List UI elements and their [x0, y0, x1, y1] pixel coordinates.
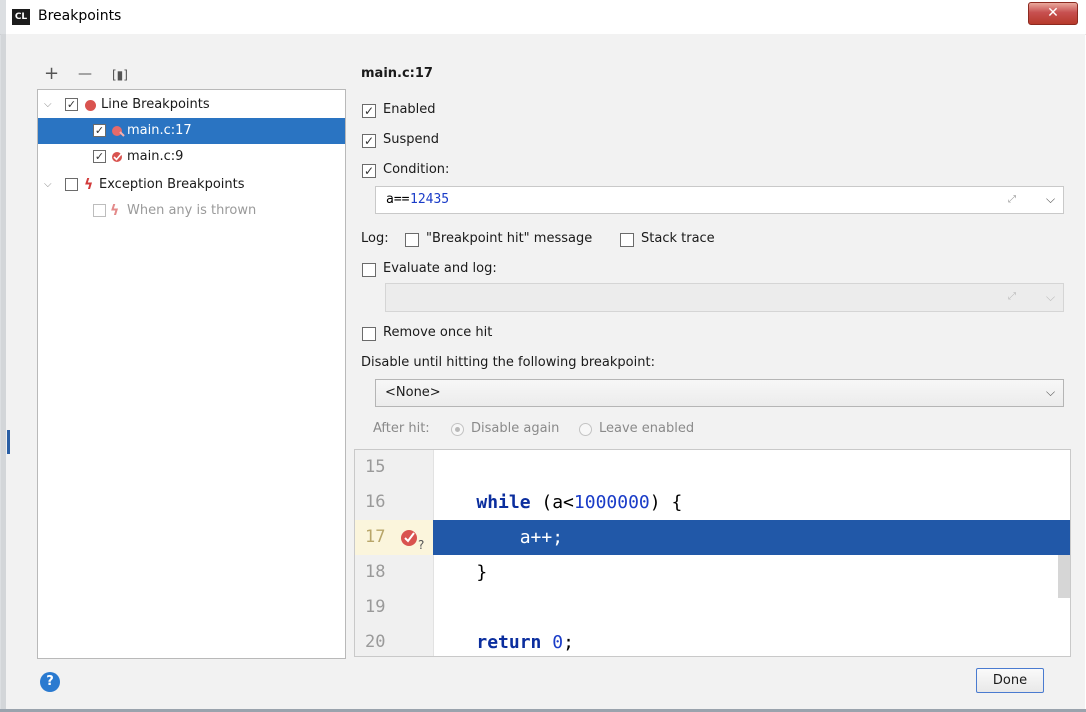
line-number: 16 — [365, 492, 386, 512]
main-c-9-checkbox[interactable]: ✓ — [93, 150, 106, 163]
line-number: 18 — [365, 562, 386, 582]
window-title: Breakpoints — [38, 8, 122, 24]
breakpoint-heading: main.c:17 — [361, 66, 433, 81]
disable-again-label[interactable]: Disable again — [471, 421, 559, 436]
code-number: 1000000 — [573, 492, 650, 513]
disable-until-dropdown[interactable]: <None> ⌵ — [375, 379, 1064, 407]
stack-trace-checkbox[interactable] — [620, 233, 634, 247]
code-line: while (a<1000000) { — [433, 485, 1070, 520]
line-breakpoints-checkbox[interactable]: ✓ — [65, 98, 78, 111]
evaluate-log-checkbox[interactable] — [362, 263, 376, 277]
exception-breakpoints-checkbox[interactable] — [65, 178, 78, 191]
tree-item-label: When any is thrown — [127, 203, 257, 218]
leave-enabled-label[interactable]: Leave enabled — [599, 421, 694, 436]
code-text: (a< — [530, 492, 574, 513]
line-number: 15 — [365, 457, 386, 477]
evaluate-log-input[interactable]: ⤢ ⌵ — [385, 283, 1064, 312]
code-line-highlighted: a++; — [433, 520, 1070, 555]
disable-until-value: <None> — [385, 385, 441, 400]
tree-group-label: Exception Breakpoints — [99, 177, 245, 192]
condition-checkbox[interactable]: ✓ — [362, 164, 376, 178]
code-line: } — [433, 555, 1070, 590]
main-c-17-checkbox[interactable]: ✓ — [93, 124, 106, 137]
tree-group-line-breakpoints[interactable]: ⌵ ✓ Line Breakpoints — [38, 92, 345, 118]
log-label: Log: — [361, 231, 389, 246]
exception-bolt-icon: ϟ — [110, 203, 120, 219]
disable-until-label: Disable until hitting the following brea… — [361, 355, 655, 370]
code-text: } — [476, 562, 488, 583]
when-any-thrown-checkbox[interactable] — [93, 204, 106, 217]
code-line: return 0; — [433, 625, 1070, 656]
remove-once-hit-checkbox[interactable] — [362, 327, 376, 341]
chevron-down-icon[interactable]: ⌵ — [44, 172, 52, 198]
condition-label[interactable]: Condition: — [383, 162, 449, 177]
code-number: 0 — [552, 632, 564, 653]
chevron-down-icon: ⌵ — [1046, 290, 1056, 304]
app-icon: CL — [12, 9, 30, 25]
exception-bolt-icon: ϟ — [84, 177, 94, 193]
group-by-file-button[interactable]: [▮] — [112, 67, 128, 83]
tree-group-label: Line Breakpoints — [101, 97, 210, 112]
log-message-label[interactable]: "Breakpoint hit" message — [426, 231, 592, 246]
tree-item-main-c-9[interactable]: ✓ main.c:9 — [38, 144, 345, 170]
tree-item-label: main.c:17 — [127, 123, 192, 138]
expand-icon: ⤢ — [1008, 291, 1016, 302]
code-preview[interactable]: 15 16 17 ? 18 19 20 while (a<1000000) { … — [354, 449, 1071, 657]
chevron-down-icon[interactable]: ⌵ — [1046, 385, 1055, 400]
close-button[interactable]: ✕ — [1028, 2, 1078, 25]
code-text: a++; — [519, 527, 564, 548]
help-button[interactable]: ? — [40, 672, 60, 692]
remove-breakpoint-button[interactable]: — — [78, 66, 92, 82]
editor-scrollbar[interactable] — [1058, 555, 1070, 598]
chevron-down-icon[interactable]: ⌵ — [1046, 192, 1055, 207]
window-edge — [0, 0, 6, 712]
title-bar — [0, 0, 1086, 35]
suspend-checkbox[interactable]: ✓ — [362, 134, 376, 148]
conditional-breakpoint-icon — [112, 126, 125, 137]
leave-enabled-radio[interactable] — [579, 423, 592, 436]
code-keyword: while — [476, 492, 531, 513]
suspend-label[interactable]: Suspend — [383, 132, 439, 147]
line-number: 20 — [365, 632, 386, 652]
code-keyword: return — [476, 632, 542, 653]
stack-trace-label[interactable]: Stack trace — [641, 231, 715, 246]
evaluate-log-label[interactable]: Evaluate and log: — [383, 261, 497, 276]
done-button[interactable]: Done — [976, 668, 1044, 693]
conditional-breakpoint-gutter-icon[interactable]: ? — [399, 528, 429, 550]
window-edge-marker — [7, 430, 10, 454]
condition-value-number: 12435 — [410, 192, 450, 207]
tree-group-exception-breakpoints[interactable]: ⌵ ϟ Exception Breakpoints — [38, 172, 345, 198]
log-message-checkbox[interactable] — [405, 233, 419, 247]
line-number: 19 — [365, 597, 386, 617]
enabled-checkbox[interactable]: ✓ — [362, 104, 376, 118]
disable-again-radio[interactable] — [451, 423, 464, 436]
enabled-label[interactable]: Enabled — [383, 102, 436, 117]
tree-item-when-any-thrown[interactable]: ϟ When any is thrown — [38, 198, 345, 224]
code-text: ) { — [649, 492, 683, 513]
add-breakpoint-button[interactable]: + — [44, 65, 59, 83]
breakpoint-dot-icon — [85, 100, 96, 111]
breakpoints-tree[interactable]: ⌵ ✓ Line Breakpoints ✓ main.c:17 ✓ main.… — [37, 89, 346, 659]
after-hit-label: After hit: — [373, 421, 430, 436]
code-text: ; — [563, 632, 574, 653]
tree-item-label: main.c:9 — [127, 149, 184, 164]
remove-once-hit-label[interactable]: Remove once hit — [383, 325, 492, 340]
tree-item-main-c-17[interactable]: ✓ main.c:17 — [38, 118, 345, 144]
svg-text:?: ? — [418, 538, 424, 550]
condition-value-prefix: a== — [386, 192, 410, 207]
condition-input[interactable]: a== 12435 ⤢ ⌵ — [375, 186, 1064, 214]
breakpoint-check-icon — [112, 152, 123, 162]
expand-icon[interactable]: ⤢ — [1008, 194, 1016, 205]
chevron-down-icon[interactable]: ⌵ — [44, 92, 52, 118]
